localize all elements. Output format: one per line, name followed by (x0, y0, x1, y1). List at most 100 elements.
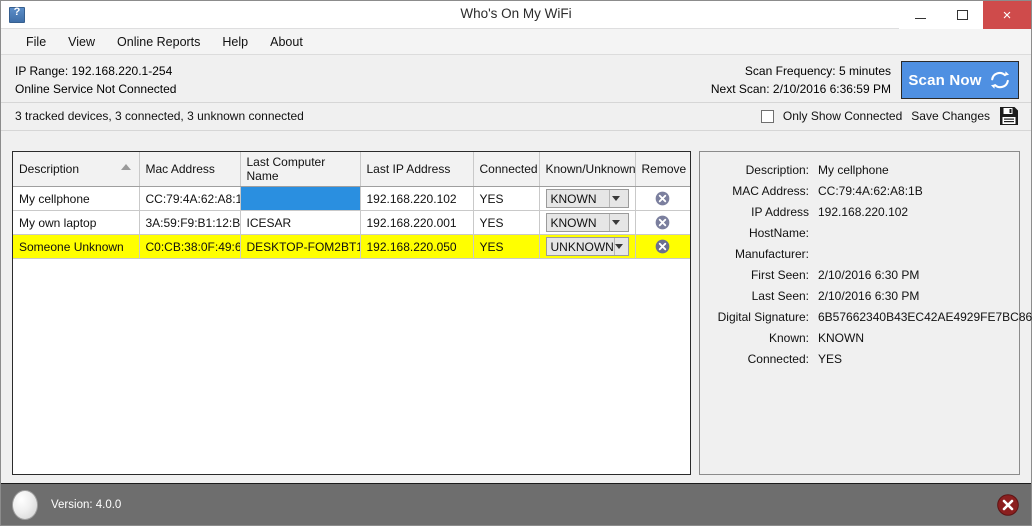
detail-value: 2/10/2016 6:30 PM (818, 289, 920, 303)
menu-item-online-reports[interactable]: Online Reports (106, 32, 211, 52)
scan-now-label: Scan Now (908, 71, 982, 89)
menu-bar: File View Online Reports Help About (1, 29, 1031, 55)
column-header-known-unknown[interactable]: Known/Unknown (539, 152, 636, 187)
detail-row-last-seen: Last Seen: 2/10/2016 6:30 PM (700, 286, 1019, 307)
device-detail-panel: Description: My cellphone MAC Address: C… (699, 151, 1032, 475)
monitor-question-icon (9, 6, 25, 23)
detail-row-first-seen: First Seen: 2/10/2016 6:30 PM (700, 265, 1019, 286)
known-unknown-dropdown[interactable]: KNOWN (545, 189, 629, 208)
detail-label: Description: (745, 163, 809, 177)
cell-known-unknown[interactable]: KNOWN (539, 186, 636, 211)
cell-remove[interactable] (635, 210, 690, 235)
chevron-down-icon[interactable] (613, 238, 627, 255)
known-unknown-dropdown[interactable]: KNOWN (545, 213, 629, 232)
known-unknown-value: UNKNOWN (550, 239, 614, 254)
detail-value (818, 223, 1019, 244)
scan-info: Scan Frequency: 5 minutes Next Scan: 2/1… (711, 62, 891, 98)
table-header-row: Description Mac Address Last Computer Na… (13, 152, 690, 187)
cell-last-ip-address[interactable]: 192.168.220.102 (360, 186, 474, 211)
app-window: Who's On My WiFi × File View Online Repo… (0, 0, 1032, 526)
column-header-connected[interactable]: Connected (473, 152, 540, 187)
detail-label: HostName: (748, 226, 809, 240)
remove-circle-x-icon[interactable] (655, 239, 670, 254)
detail-label: Known: (768, 331, 809, 345)
only-show-connected-label: Only Show Connected (782, 109, 903, 123)
menu-item-help[interactable]: Help (211, 32, 259, 52)
sort-asc-icon (120, 164, 131, 170)
floppy-disk-icon[interactable] (999, 106, 1019, 126)
detail-value: 192.168.220.102 (818, 205, 909, 219)
cell-mac-address[interactable]: C0:CB:38:0F:49:61 (139, 234, 241, 259)
remove-circle-x-icon[interactable] (655, 215, 670, 230)
detail-value: CC:79:4A:62:A8:1B (818, 184, 923, 198)
detail-value: KNOWN (818, 331, 864, 345)
table-row[interactable]: My cellphone CC:79:4A:62:A8:1B 192.168.2… (13, 186, 690, 211)
chevron-down-icon[interactable] (608, 190, 626, 207)
detail-label: MAC Address: (732, 184, 809, 198)
cell-connected[interactable]: YES (473, 234, 540, 259)
scan-now-button[interactable]: Scan Now (901, 61, 1019, 99)
detail-value: 2/10/2016 6:30 PM (818, 268, 920, 282)
online-service-status: Online Service Not Connected (15, 82, 177, 96)
minimize-button[interactable] (899, 1, 941, 29)
only-show-connected-checkbox[interactable] (760, 109, 774, 123)
detail-row-known: Known: KNOWN (700, 328, 1019, 349)
cell-last-computer-name[interactable]: ICESAR (240, 210, 361, 235)
chevron-down-icon[interactable] (608, 214, 626, 231)
cell-mac-address[interactable]: 3A:59:F9:B1:12:B3 (139, 210, 241, 235)
tool-strip: 3 tracked devices, 3 connected, 3 unknow… (1, 103, 1031, 131)
close-button[interactable]: × (983, 1, 1031, 29)
status-orb-icon (12, 489, 38, 520)
cell-remove[interactable] (635, 186, 690, 211)
title-bar: Who's On My WiFi × (1, 1, 1031, 29)
cell-last-computer-name[interactable] (240, 186, 361, 211)
column-header-mac-address[interactable]: Mac Address (139, 152, 241, 187)
cell-mac-address[interactable]: CC:79:4A:62:A8:1B (139, 186, 241, 211)
tool-strip-actions: Only Show Connected Save Changes (760, 106, 1019, 126)
detail-row-hostname: HostName: (700, 223, 1019, 244)
menu-item-file[interactable]: File (15, 32, 57, 52)
device-table: Description Mac Address Last Computer Na… (13, 152, 690, 259)
cell-last-ip-address[interactable]: 192.168.220.001 (360, 210, 474, 235)
cell-remove[interactable] (635, 234, 690, 259)
column-header-remove[interactable]: Remove (635, 152, 690, 187)
known-unknown-value: KNOWN (550, 191, 597, 206)
column-header-last-computer-name[interactable]: Last Computer Name (240, 152, 361, 187)
detail-value: 6B57662340B43EC42AE4929FE7BC86E1 (818, 310, 1032, 324)
column-header-last-ip-address[interactable]: Last IP Address (360, 152, 474, 187)
cell-known-unknown[interactable]: UNKNOWN (539, 234, 636, 259)
detail-row-description: Description: My cellphone (700, 160, 1019, 181)
maximize-button[interactable] (941, 1, 983, 29)
menu-item-view[interactable]: View (57, 32, 106, 52)
cell-known-unknown[interactable]: KNOWN (539, 210, 636, 235)
detail-row-ip-address: IP Address 192.168.220.102 (700, 202, 1019, 223)
tracked-devices-summary: 3 tracked devices, 3 connected, 3 unknow… (15, 109, 304, 123)
menu-item-about[interactable]: About (259, 32, 314, 52)
table-row[interactable]: Someone Unknown C0:CB:38:0F:49:61 DESKTO… (13, 234, 690, 259)
column-header-description[interactable]: Description (13, 152, 140, 187)
cell-connected[interactable]: YES (473, 186, 540, 211)
remove-circle-x-icon[interactable] (655, 191, 670, 206)
detail-row-manufacturer: Manufacturer: (700, 244, 1019, 265)
detail-label: Last Seen: (751, 289, 809, 303)
cell-description[interactable]: My own laptop (13, 210, 140, 235)
scan-frequency-label: Scan Frequency: 5 minutes (744, 64, 891, 78)
save-changes-button[interactable]: Save Changes (911, 109, 990, 123)
cell-last-ip-address[interactable]: 192.168.220.050 (360, 234, 474, 259)
main-content: Description Mac Address Last Computer Na… (1, 142, 1032, 483)
device-grid-panel: Description Mac Address Last Computer Na… (12, 151, 691, 475)
detail-label: Digital Signature: (717, 310, 809, 324)
status-bar: Version: 4.0.0 (1, 483, 1031, 525)
cell-last-computer-name[interactable]: DESKTOP-FOM2BT1 (240, 234, 361, 259)
close-circle-icon[interactable] (997, 493, 1019, 516)
table-row[interactable]: My own laptop 3A:59:F9:B1:12:B3 ICESAR 1… (13, 210, 690, 235)
cell-description[interactable]: Someone Unknown (13, 234, 140, 259)
version-label: Version: 4.0.0 (51, 498, 122, 511)
network-info: IP Range: 192.168.220.1-254 Online Servi… (15, 62, 176, 98)
detail-value: YES (818, 352, 843, 366)
detail-label: IP Address (751, 205, 809, 219)
cell-connected[interactable]: YES (473, 210, 540, 235)
cell-description[interactable]: My cellphone (13, 186, 140, 211)
ip-range-label: IP Range: 192.168.220.1-254 (15, 64, 173, 78)
known-unknown-dropdown[interactable]: UNKNOWN (545, 237, 629, 256)
